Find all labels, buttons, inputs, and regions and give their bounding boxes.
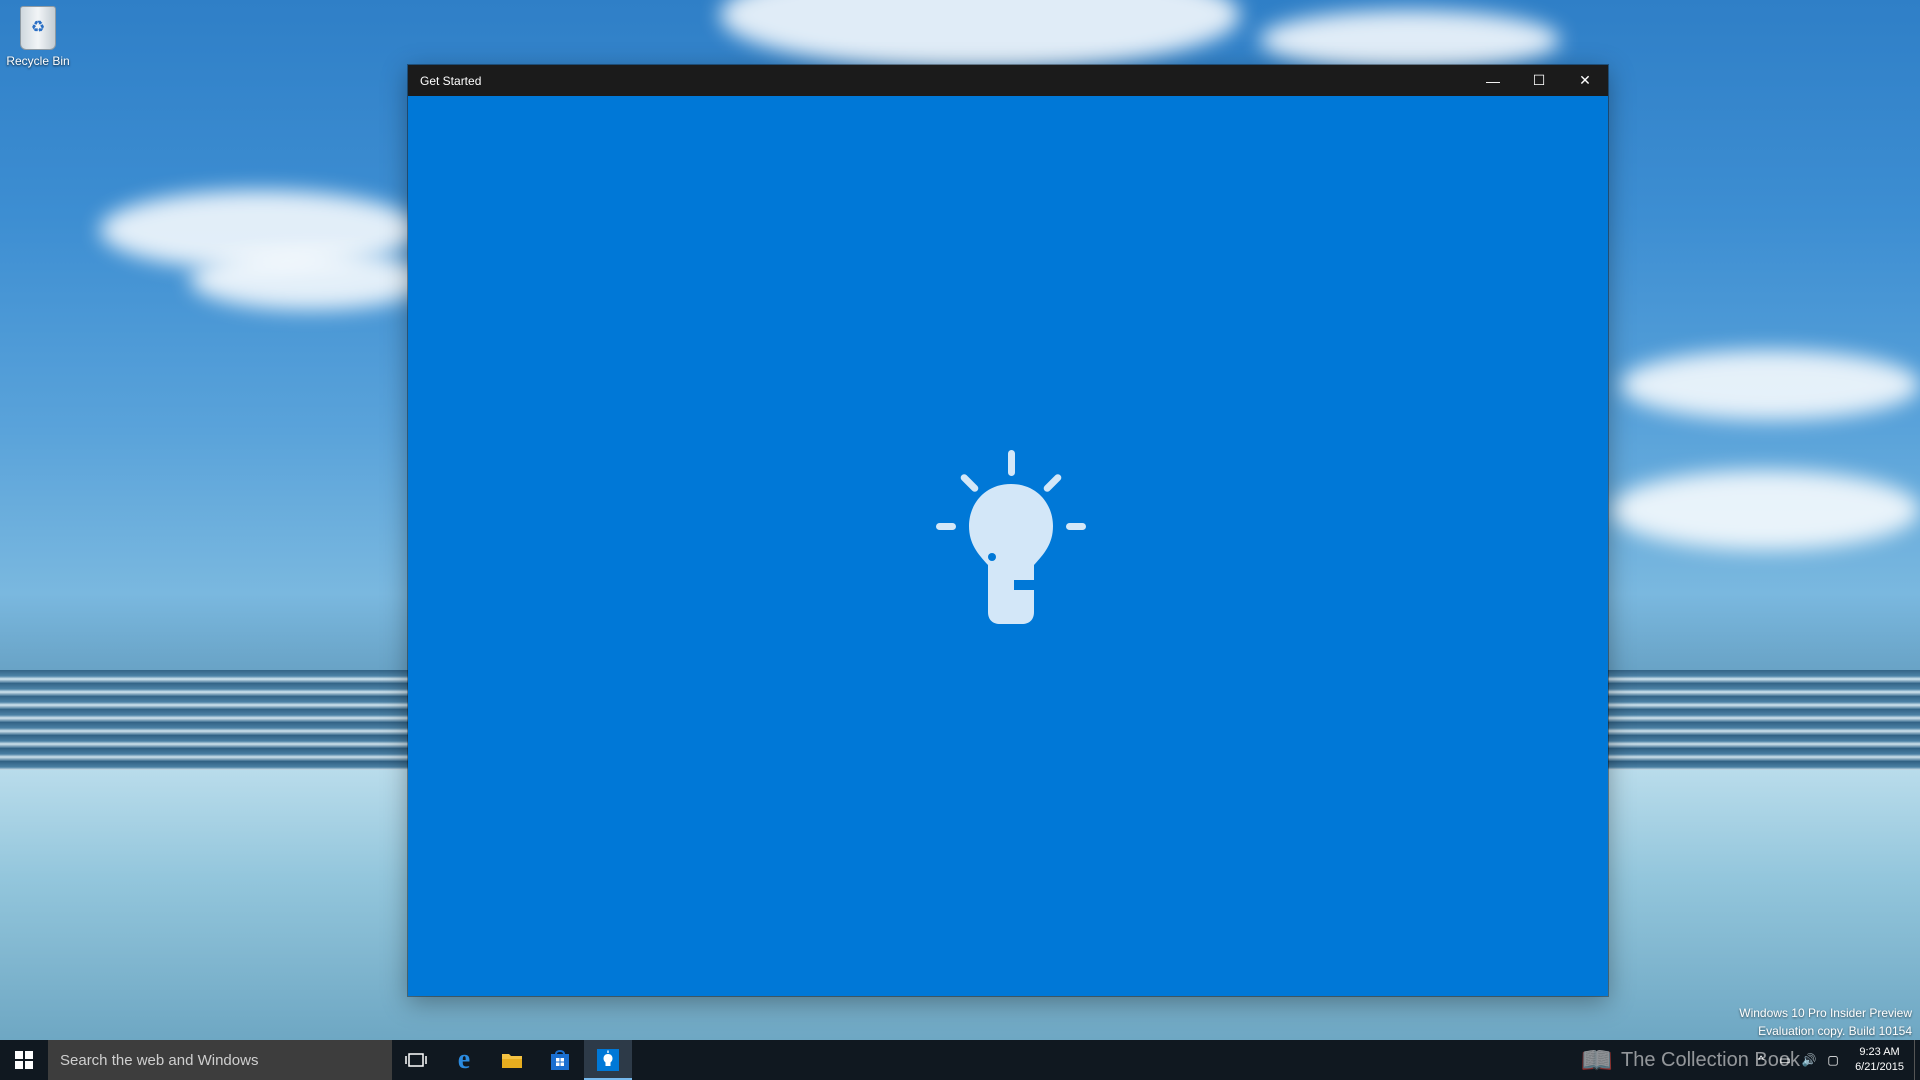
clock-time: 9:23 AM xyxy=(1859,1046,1900,1058)
windows-logo-icon xyxy=(15,1051,33,1069)
show-desktop-button[interactable] xyxy=(1914,1040,1920,1080)
maximize-button[interactable]: ☐ xyxy=(1516,65,1562,96)
get-started-window: Get Started — ☐ ✕ xyxy=(408,65,1608,996)
watermark-line: Evaluation copy. Build 10154 xyxy=(1758,1024,1912,1038)
search-placeholder: Search the web and Windows xyxy=(60,1051,259,1069)
store-icon xyxy=(551,1050,569,1070)
recycle-bin[interactable]: ♻ Recycle Bin xyxy=(6,6,70,68)
start-button[interactable] xyxy=(0,1040,48,1080)
taskbar: Search the web and Windows e 📖 The Colle… xyxy=(0,1040,1920,1080)
lightbulb-icon xyxy=(936,450,1086,624)
clock[interactable]: 9:23 AM 6/21/2015 xyxy=(1845,1045,1914,1075)
clock-date: 6/21/2015 xyxy=(1855,1061,1904,1073)
build-watermark: Windows 10 Pro Insider Preview Evaluatio… xyxy=(1739,1004,1912,1040)
recycle-bin-label: Recycle Bin xyxy=(6,54,70,68)
lightbulb-icon xyxy=(597,1049,619,1071)
edge-icon: e xyxy=(457,1044,471,1075)
cloud xyxy=(1620,350,1920,420)
get-started-taskbar-button[interactable] xyxy=(584,1040,632,1080)
edge-button[interactable]: e xyxy=(440,1040,488,1080)
cloud xyxy=(1260,10,1560,70)
watermark-line: Windows 10 Pro Insider Preview xyxy=(1739,1006,1912,1020)
task-view-icon xyxy=(405,1053,427,1067)
action-center-icon[interactable]: ▢ xyxy=(1821,1053,1845,1067)
task-view-button[interactable] xyxy=(392,1040,440,1080)
system-tray: ^ ▭ 🔊 ▢ 9:23 AM 6/21/2015 xyxy=(1749,1040,1920,1080)
title-bar[interactable]: Get Started — ☐ ✕ xyxy=(408,65,1608,96)
window-title: Get Started xyxy=(420,73,482,88)
show-hidden-icons-button[interactable]: ^ xyxy=(1749,1053,1773,1067)
book-logo-icon: 📖 xyxy=(1580,1045,1614,1075)
store-button[interactable] xyxy=(536,1040,584,1080)
cloud xyxy=(190,250,430,310)
volume-icon[interactable]: 🔊 xyxy=(1797,1053,1821,1067)
cloud xyxy=(1610,470,1920,550)
desktop: ♻ Recycle Bin Get Started — ☐ ✕ Windows … xyxy=(0,0,1920,1080)
close-button[interactable]: ✕ xyxy=(1562,65,1608,96)
minimize-button[interactable]: — xyxy=(1470,65,1516,96)
file-explorer-button[interactable] xyxy=(488,1040,536,1080)
folder-icon xyxy=(502,1054,522,1068)
cloud xyxy=(720,0,1240,70)
recycle-bin-icon: ♻ xyxy=(20,6,56,50)
network-icon[interactable]: ▭ xyxy=(1773,1053,1797,1067)
search-box[interactable]: Search the web and Windows xyxy=(48,1040,392,1080)
